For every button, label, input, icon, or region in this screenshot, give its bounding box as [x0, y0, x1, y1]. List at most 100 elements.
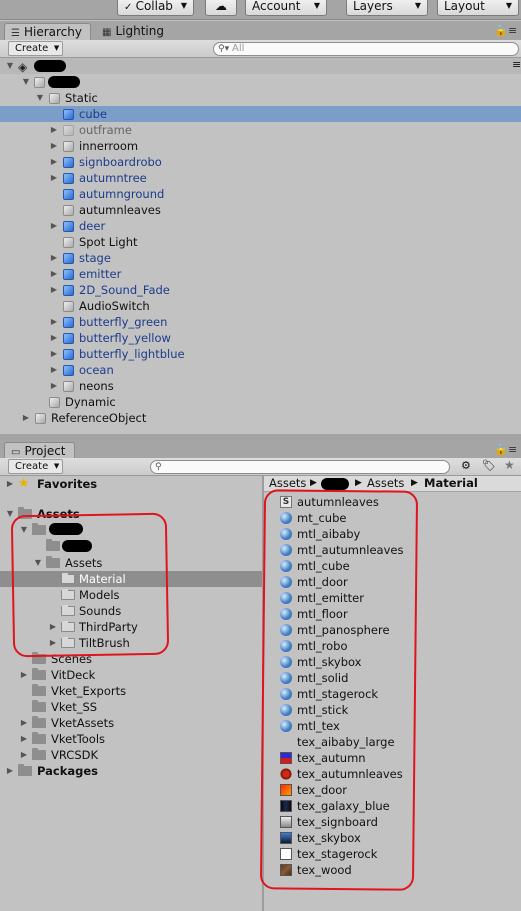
fold-open-icon[interactable]: ▼ [21, 74, 31, 90]
prefab-icon [63, 349, 74, 360]
hierarchy-item[interactable]: ▶ deer [0, 218, 521, 234]
hierarchy-item[interactable]: ▶ 2D_Sound_Fade [0, 282, 521, 298]
hierarchy-item[interactable]: autumnleaves [0, 202, 521, 218]
hierarchy-item[interactable]: AudioSwitch [0, 298, 521, 314]
hierarchy-create-button[interactable]: Create ▼ [8, 41, 64, 56]
fold-closed-icon[interactable]: ▶ [49, 330, 59, 346]
search-icon: ⚲ [155, 462, 162, 472]
hierarchy-item-label: autumnground [79, 187, 165, 201]
tree-folder[interactable]: ▶ VRCSDK [0, 747, 262, 763]
create-label: Create [15, 43, 49, 54]
favorites-label: Favorites [37, 477, 98, 491]
hierarchy-item[interactable]: ▶ butterfly_yellow [0, 330, 521, 346]
fold-closed-icon[interactable]: ▶ [19, 667, 29, 683]
hierarchy-item[interactable]: ▶ emitter [0, 266, 521, 282]
hierarchy-item[interactable]: ▶ ReferenceObject [0, 410, 521, 426]
fold-closed-icon[interactable]: ▶ [49, 282, 59, 298]
scene-row[interactable]: ▼ ◈ ≡ [0, 58, 521, 74]
gameobject-icon [34, 77, 45, 88]
filter-by-label-icon[interactable]: 🏷 [482, 459, 496, 472]
tree-folder[interactable]: ▶ VitDeck [0, 667, 262, 683]
folder-icon [32, 668, 46, 680]
hierarchy-item[interactable]: ▶ butterfly_green [0, 314, 521, 330]
gameobject-icon [63, 237, 74, 248]
folder-icon [32, 700, 46, 712]
fold-closed-icon[interactable]: ▶ [5, 476, 15, 492]
hierarchy-item-label: autumntree [79, 171, 147, 185]
hierarchy-item[interactable]: ▶ neons [0, 378, 521, 394]
tree-folder[interactable]: Vket_Exports [0, 683, 262, 699]
breadcrumb-mid[interactable]: Assets [367, 476, 404, 491]
hierarchy-item[interactable]: Dynamic [0, 394, 521, 410]
tab-hierarchy[interactable]: ☰ Hierarchy [4, 23, 91, 41]
lock-icon[interactable]: 🔒 [494, 443, 508, 456]
redacted-breadcrumb[interactable] [321, 478, 349, 490]
lock-icon[interactable]: 🔒 [494, 24, 508, 37]
hierarchy-item-label: autumnleaves [79, 203, 161, 217]
fold-closed-icon[interactable]: ▶ [19, 731, 29, 747]
hierarchy-item[interactable]: Spot Light [0, 234, 521, 250]
tree-folder[interactable]: ▶ VketTools [0, 731, 262, 747]
search-placeholder: All [232, 43, 245, 54]
fold-closed-icon[interactable]: ▶ [19, 715, 29, 731]
tree-favorites[interactable]: ▶ ★ Favorites [0, 476, 262, 492]
fold-closed-icon[interactable]: ▶ [49, 170, 59, 186]
fold-closed-icon[interactable]: ▶ [49, 250, 59, 266]
account-dropdown[interactable]: Account ▼ [245, 0, 327, 16]
fold-closed-icon[interactable]: ▶ [49, 138, 59, 154]
red-annotation-outline [10, 512, 170, 658]
fold-closed-icon[interactable]: ▶ [21, 410, 31, 426]
hierarchy-item[interactable]: ▼ Static [0, 90, 521, 106]
unity-scene-icon: ◈ [18, 60, 28, 74]
fold-closed-icon[interactable]: ▶ [49, 378, 59, 394]
favorite-star-icon[interactable]: ★ [504, 458, 515, 472]
hierarchy-item[interactable]: ▶ innerroom [0, 138, 521, 154]
filter-by-type-icon[interactable]: ⚙ [461, 459, 471, 472]
redacted-scene-name [34, 60, 66, 72]
scene-menu-icon[interactable]: ≡ [512, 57, 521, 73]
fold-closed-icon[interactable]: ▶ [49, 122, 59, 138]
fold-closed-icon[interactable]: ▶ [49, 314, 59, 330]
fold-closed-icon[interactable]: ▶ [49, 154, 59, 170]
fold-closed-icon[interactable]: ▶ [49, 362, 59, 378]
fold-open-icon[interactable]: ▼ [5, 58, 15, 74]
hierarchy-item[interactable]: ▶ ocean [0, 362, 521, 378]
hierarchy-item[interactable]: ▶ autumntree [0, 170, 521, 186]
tree-folder[interactable]: ▶ VketAssets [0, 715, 262, 731]
hierarchy-item-label: cube [79, 107, 107, 121]
fold-closed-icon[interactable]: ▶ [49, 346, 59, 362]
tree-folder-label: VketTools [51, 732, 106, 746]
fold-closed-icon[interactable]: ▶ [19, 747, 29, 763]
menu-icon[interactable]: ≡ [508, 443, 517, 456]
hierarchy-item[interactable]: cube [0, 106, 521, 122]
hierarchy-item[interactable]: ▶ outframe [0, 122, 521, 138]
fold-closed-icon[interactable]: ▶ [5, 763, 15, 779]
chevron-down-icon: ▼ [180, 1, 187, 10]
hierarchy-item-label: butterfly_yellow [79, 331, 171, 345]
tab-lighting[interactable]: ▦ Lighting [96, 23, 172, 41]
hierarchy-search-input[interactable]: ⚲▾ All [213, 42, 519, 56]
tree-folder[interactable]: Vket_SS [0, 699, 262, 715]
cloud-button[interactable]: ☁ [205, 0, 237, 16]
chevron-down-icon: ▼ [53, 462, 60, 470]
hierarchy-item[interactable]: autumnground [0, 186, 521, 202]
project-search-input[interactable]: ⚲ [150, 460, 450, 474]
fold-closed-icon[interactable]: ▶ [49, 266, 59, 282]
breadcrumb-current[interactable]: Material [424, 476, 478, 491]
chevron-down-icon: ▼ [414, 1, 421, 10]
top-toolbar: ✓ Collab ▼ ☁ Account ▼ Layers ▼ Layout ▼ [0, 0, 521, 20]
layout-dropdown[interactable]: Layout ▼ [437, 0, 519, 16]
hierarchy-item[interactable]: ▶ stage [0, 250, 521, 266]
lighting-icon: ▦ [102, 27, 112, 38]
project-create-button[interactable]: Create ▼ [8, 459, 64, 474]
hierarchy-item[interactable]: ▶ butterfly_lightblue [0, 346, 521, 362]
fold-open-icon[interactable]: ▼ [35, 90, 45, 106]
fold-closed-icon[interactable]: ▶ [49, 218, 59, 234]
gameobject-icon [49, 397, 60, 408]
hierarchy-root-object[interactable]: ▼ [0, 74, 521, 90]
menu-icon[interactable]: ≡ [508, 24, 517, 37]
tree-packages[interactable]: ▶ Packages [0, 763, 262, 779]
layers-dropdown[interactable]: Layers ▼ [346, 0, 428, 16]
hierarchy-item[interactable]: ▶ signboardrobo [0, 154, 521, 170]
collab-button[interactable]: ✓ Collab ▼ [117, 0, 194, 16]
